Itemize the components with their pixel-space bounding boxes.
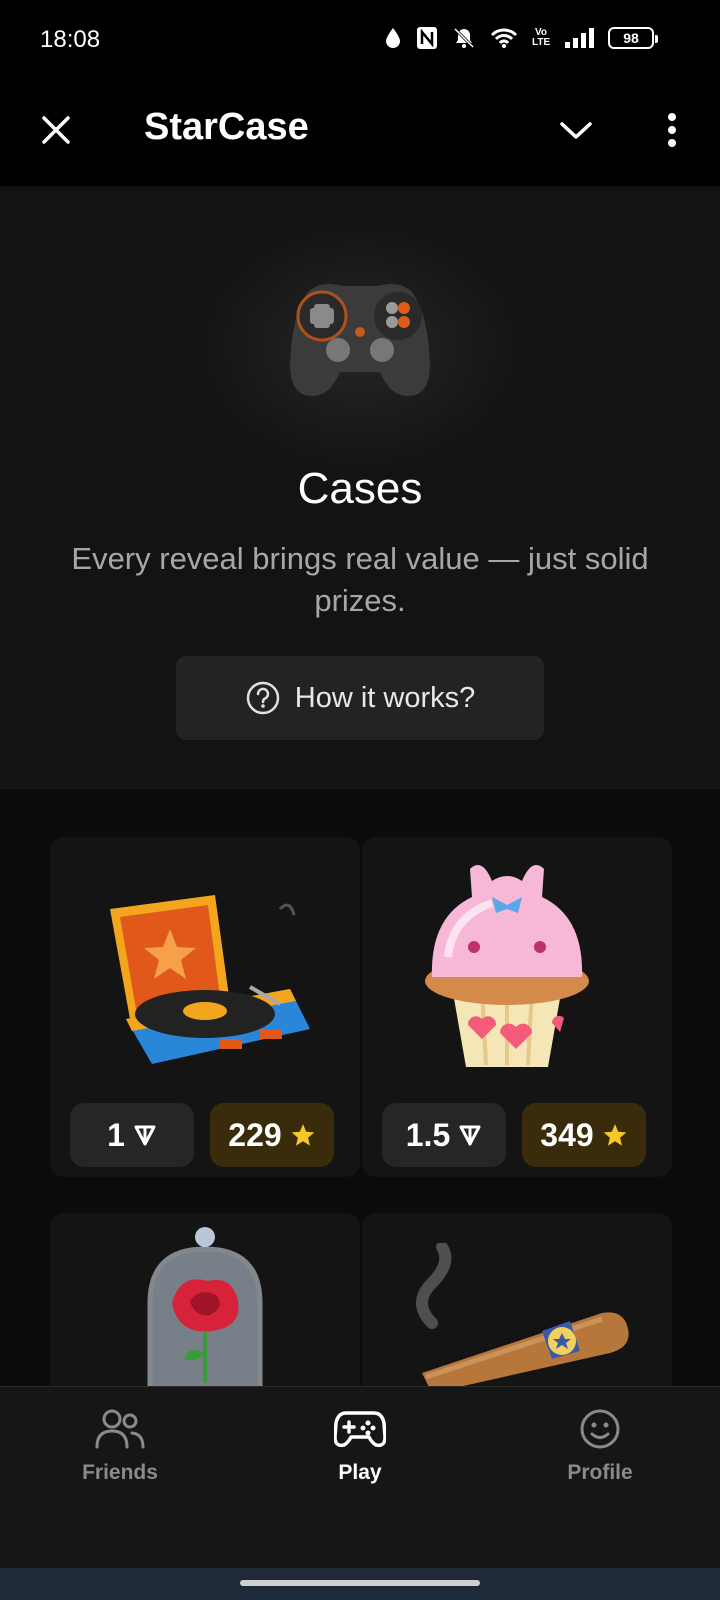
hero-section: Cases Every reveal brings real value — j… [0,186,720,788]
case-card-rose[interactable] [50,1213,360,1388]
friends-icon [95,1409,145,1449]
collapse-button[interactable] [554,108,598,152]
rose-dome-icon [147,1227,263,1388]
ton-price-value: 1 [107,1116,125,1153]
nfc-icon [417,27,437,49]
volte-label: Vo LTE [532,27,551,48]
data-saver-icon [386,28,400,48]
case-card-cigar[interactable] [362,1213,672,1388]
nav-label-play: Play [338,1461,382,1484]
star-price-value: 349 [540,1116,594,1153]
ton-price-value: 1.5 [405,1116,451,1153]
ton-icon [459,1125,481,1146]
more-vertical-icon [668,113,676,147]
app-bar: StarCase [0,84,720,186]
nav-item-profile[interactable]: Profile [520,1407,680,1485]
ton-price-button[interactable]: 1 [70,1103,194,1167]
record-player-icon [110,895,310,1064]
star-icon [291,1124,315,1146]
gamepad-icon [334,1411,386,1448]
nav-label-profile: Profile [567,1461,633,1484]
ton-price-button[interactable]: 1.5 [382,1103,506,1167]
how-it-works-label: How it works? [294,681,476,714]
close-icon [42,116,70,144]
hero-subtitle: Every reveal brings real value — just so… [71,541,649,618]
hero-title: Cases [297,464,423,513]
nav-item-play[interactable]: Play [280,1407,440,1485]
smiley-icon [580,1409,620,1449]
star-icon [603,1124,627,1146]
cigar-icon [416,1243,629,1388]
gesture-bar[interactable] [240,1580,480,1586]
nav-label-friends: Friends [82,1461,158,1484]
star-price-button[interactable]: 229 [210,1103,334,1167]
ton-icon [134,1125,156,1146]
gamepad-icon [290,284,430,396]
bottom-nav: Friends Play Profile [0,1386,720,1568]
how-it-works-button[interactable]: How it works? [176,656,544,740]
signal-icon [565,28,594,48]
case-card-record-player[interactable]: 1 229 [50,837,360,1177]
bell-mute-icon [453,27,475,49]
wifi-icon [490,28,518,48]
battery-icon: 98 [608,27,658,49]
status-time: 18:08 [40,26,101,53]
star-price-value: 229 [228,1116,282,1153]
status-bar: 18:08 Vo LTE 98 [0,0,720,84]
cases-grid: 1 229 1.5 349 [0,788,720,1388]
nav-item-friends[interactable]: Friends [40,1407,200,1485]
case-card-cupcake[interactable]: 1.5 349 [362,837,672,1177]
close-button[interactable] [34,108,78,152]
chevron-down-icon [560,122,592,139]
status-icons: Vo LTE 98 [384,26,658,50]
app-title: StarCase [144,106,309,148]
cupcake-icon [425,865,589,1067]
more-button[interactable] [650,108,694,152]
battery-level: 98 [623,30,639,46]
star-price-button[interactable]: 349 [522,1103,646,1167]
help-circle-icon [246,681,279,715]
